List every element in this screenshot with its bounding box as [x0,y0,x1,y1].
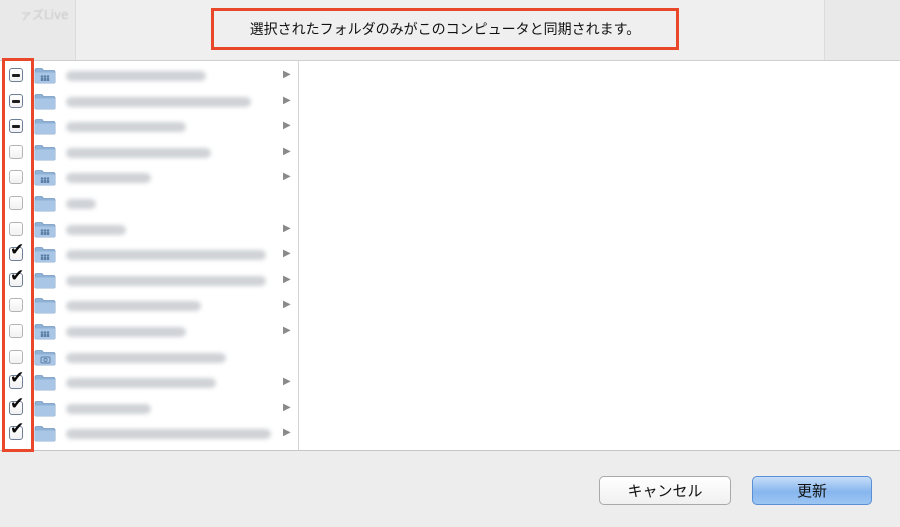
folder-row[interactable]: ▶ [0,293,298,319]
folder-row[interactable]: ✔ ▶ [0,267,298,294]
folder-icon [34,374,56,391]
folder-name-redacted [66,301,201,312]
disclosure-arrow-icon[interactable]: ▶ [283,171,291,182]
disclosure-arrow-icon[interactable]: ▶ [283,376,291,387]
folder-checkbox-mixed[interactable] [9,119,23,134]
shared-folder-icon [34,67,56,84]
folder-row[interactable]: ✔ ▶ [0,242,298,268]
sync-notice-text: 選択されたフォルダのみがこのコンピュータと同期されます。 [249,22,641,38]
folder-checkbox-unchecked[interactable] [9,298,23,313]
folder-row[interactable]: ▶ [0,63,298,89]
folder-row[interactable]: ✔ ▶ [0,370,298,396]
folder-name-redacted [66,429,271,440]
folder-row[interactable] [0,345,298,371]
folder-checkbox-checked[interactable]: ✔ [9,395,24,415]
disclosure-arrow-icon[interactable]: ▶ [283,223,291,234]
folder-row[interactable]: ▶ [0,89,298,115]
folder-name-redacted [66,96,251,107]
folder-checkbox-unchecked[interactable] [9,170,23,185]
folder-detail-column[interactable] [299,61,900,450]
folder-name-redacted [66,378,216,389]
folder-icon [34,93,56,110]
folder-list-column[interactable]: ▶ ▶ ▶ ▶ ▶ ▶ ✔ ▶ ✔ ▶ ▶ ▶ ✔ ▶ ✔ ▶ ✔ ▶ [0,61,299,450]
sync-notice-highlight: 選択されたフォルダのみがこのコンピュータと同期されます。 [211,8,679,50]
checkmark-icon: ✔ [10,393,25,414]
folder-name-redacted [66,173,151,184]
folder-icon [34,400,56,417]
cancel-button[interactable]: キャンセル [599,476,731,505]
folder-checkbox-unchecked[interactable] [9,349,23,364]
folder-icon [34,118,56,135]
folder-checkbox-checked[interactable]: ✔ [9,370,24,390]
disclosure-arrow-icon[interactable]: ▶ [283,427,291,438]
folder-name-redacted [66,122,186,133]
folder-checkbox-mixed[interactable] [9,68,23,82]
folder-name-redacted [66,275,266,286]
folder-checkbox-checked[interactable]: ✔ [9,421,24,441]
disclosure-arrow-icon[interactable]: ▶ [283,325,291,336]
folder-row[interactable]: ✔ ▶ [0,421,298,447]
folder-icon [34,425,56,442]
shared-folder-icon [34,169,56,186]
shared-folder-icon [34,221,56,238]
folder-name-redacted [66,199,96,209]
folder-checkbox-unchecked[interactable] [9,196,23,210]
folder-name-redacted [66,224,126,235]
shared-folder-icon [34,246,56,263]
folder-row[interactable]: ▶ [0,319,298,345]
checkmark-icon: ✔ [10,419,25,440]
disclosure-arrow-icon[interactable]: ▶ [283,402,291,413]
folder-name-redacted [66,250,266,261]
shared-folder-icon [34,323,56,340]
folder-checkbox-unchecked[interactable] [9,221,23,236]
folder-checkbox-checked[interactable]: ✔ [9,242,24,262]
checkmark-icon: ✔ [10,265,25,286]
folder-checkbox-mixed[interactable] [9,93,23,108]
folder-name-redacted [66,327,186,337]
checkmark-icon: ✔ [10,240,25,261]
checkmark-icon: ✔ [10,368,25,389]
folder-browser[interactable]: ▶ ▶ ▶ ▶ ▶ ▶ ✔ ▶ ✔ ▶ ▶ ▶ ✔ ▶ ✔ ▶ ✔ ▶ [0,60,900,451]
folder-row[interactable]: ▶ [0,217,298,243]
folder-icon [34,297,56,314]
background-window-title: ァズLive [20,8,69,22]
folder-row[interactable]: ▶ [0,114,298,140]
disclosure-arrow-icon[interactable]: ▶ [283,146,291,157]
folder-name-redacted [66,403,151,414]
folder-checkbox-unchecked[interactable] [9,144,23,159]
camera-folder-icon [34,349,56,366]
disclosure-arrow-icon[interactable]: ▶ [283,248,291,259]
folder-checkbox-unchecked[interactable] [9,324,23,338]
folder-icon [34,195,56,212]
folder-row[interactable]: ▶ [0,140,298,166]
folder-icon [34,144,56,161]
disclosure-arrow-icon[interactable]: ▶ [283,95,291,106]
folder-name-redacted [66,147,211,158]
folder-name-redacted [66,352,226,363]
disclosure-arrow-icon[interactable]: ▶ [283,69,291,80]
folder-row[interactable]: ✔ ▶ [0,395,298,422]
folder-row[interactable]: ▶ [0,165,298,191]
folder-name-redacted [66,71,206,81]
folder-row[interactable] [0,191,298,217]
disclosure-arrow-icon[interactable]: ▶ [283,299,291,310]
folder-icon [34,272,56,289]
update-button[interactable]: 更新 [752,476,872,505]
disclosure-arrow-icon[interactable]: ▶ [283,120,291,131]
disclosure-arrow-icon[interactable]: ▶ [283,274,291,285]
folder-checkbox-checked[interactable]: ✔ [9,267,24,287]
